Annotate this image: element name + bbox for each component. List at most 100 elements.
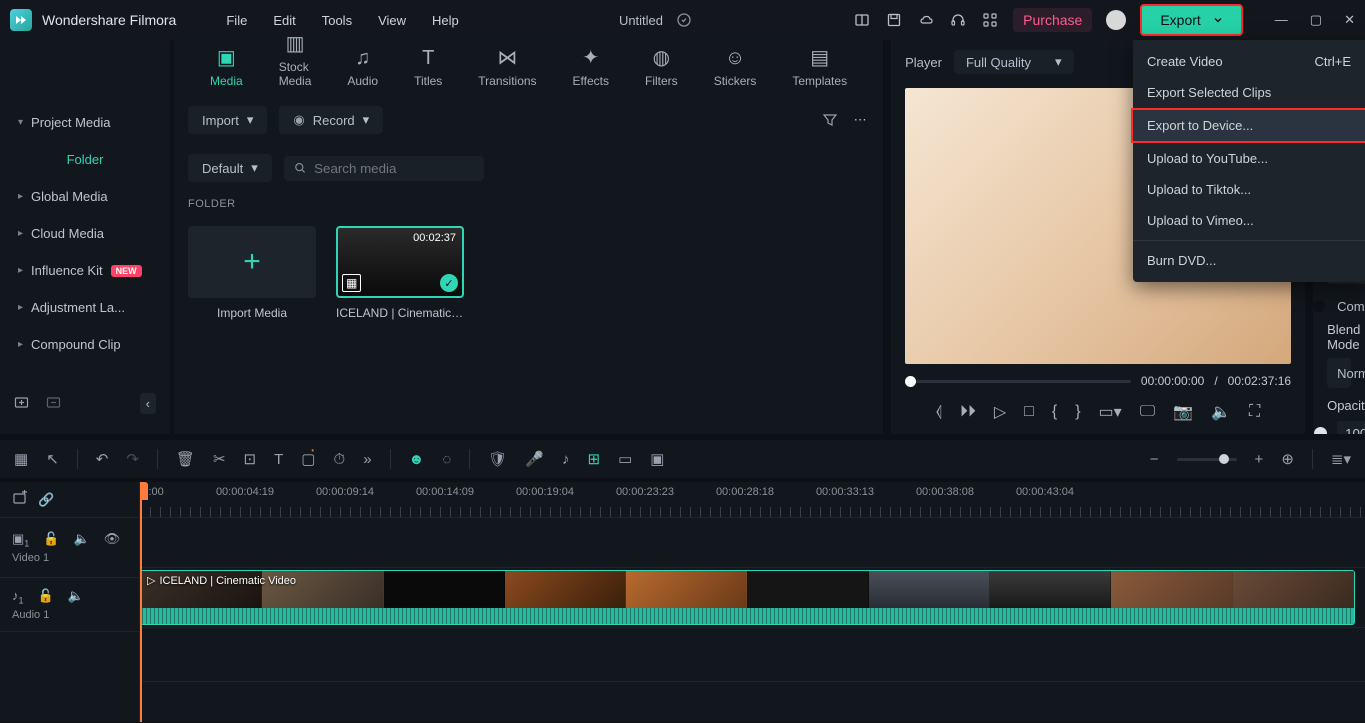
ai-bot-icon[interactable]: ⊞ <box>587 450 600 468</box>
play-reverse-icon[interactable]: ⏵⏵ <box>960 403 976 421</box>
upload-tiktok[interactable]: Upload to Tiktok... <box>1133 174 1365 205</box>
cut-icon[interactable]: ✂ <box>213 450 226 468</box>
track-visible-icon[interactable]: 👁 <box>104 531 121 549</box>
undo-icon[interactable]: ↶ <box>96 450 109 468</box>
sidebar-global-media[interactable]: ▸Global Media <box>0 178 170 215</box>
text-icon[interactable]: T <box>274 451 283 468</box>
track-audio-icon[interactable]: ♪1 <box>12 588 24 606</box>
tab-titles[interactable]: TTitles <box>414 47 442 88</box>
upload-vimeo[interactable]: Upload to Vimeo... <box>1133 205 1365 236</box>
layout-icon[interactable] <box>853 11 871 29</box>
menu-tools[interactable]: Tools <box>322 13 352 28</box>
tab-audio[interactable]: ♫Audio <box>347 47 378 88</box>
mic-icon[interactable]: 🎤 <box>525 450 544 468</box>
sidebar-compound[interactable]: ▸Compound Clip <box>0 326 170 363</box>
add-folder-icon[interactable] <box>14 394 30 413</box>
tab-effects[interactable]: ✦Effects <box>573 45 609 88</box>
search-media-field[interactable] <box>314 161 474 176</box>
speed-icon[interactable]: ⏱ <box>333 451 345 468</box>
ai-smiley-icon[interactable]: ☻ <box>409 451 425 468</box>
audio-track-head[interactable]: ♪1🔓🔈 Audio 1 <box>0 578 139 632</box>
more-tools-icon[interactable]: » <box>363 451 371 468</box>
mark-in-icon[interactable]: { <box>1052 403 1057 421</box>
sidebar-cloud-media[interactable]: ▸Cloud Media <box>0 215 170 252</box>
tab-media[interactable]: ▣Media <box>210 45 243 88</box>
blend-mode-select[interactable]: Normal▾ <box>1327 358 1351 388</box>
sidebar-project-media[interactable]: ▾Project Media <box>0 104 170 141</box>
export-to-device[interactable]: Export to Device... <box>1131 108 1365 143</box>
crop-icon[interactable]: ⊡ <box>244 450 257 468</box>
mark-out-icon[interactable]: } <box>1075 403 1080 421</box>
play-icon[interactable]: ▷ <box>994 402 1006 422</box>
sidebar-influence-kit[interactable]: ▸Influence KitNEW <box>0 252 170 289</box>
zoom-out-icon[interactable]: − <box>1150 451 1159 468</box>
zoom-in-icon[interactable]: + <box>1255 451 1264 468</box>
marker-tool-icon[interactable]: ▭ <box>618 450 632 468</box>
zoom-fit-icon[interactable]: ⊕ <box>1281 450 1294 468</box>
prev-frame-icon[interactable]: ⦉ <box>936 403 942 421</box>
menu-view[interactable]: View <box>378 13 406 28</box>
apps-icon[interactable] <box>981 11 999 29</box>
headphones-icon[interactable] <box>949 11 967 29</box>
export-button[interactable]: Export <box>1140 4 1242 36</box>
delete-icon[interactable]: 🗑 <box>176 450 195 468</box>
audio-track[interactable] <box>140 628 1365 682</box>
opacity-input[interactable] <box>1337 421 1365 434</box>
grid-icon[interactable]: ▦ <box>14 450 28 468</box>
playhead[interactable] <box>140 482 142 722</box>
more-icon[interactable]: ⋯ <box>851 111 869 129</box>
document-title[interactable]: Untitled <box>619 13 663 28</box>
import-media-slot[interactable]: + Import Media <box>188 226 316 320</box>
shield-icon[interactable]: 🛡 <box>488 450 507 468</box>
adjust-icon[interactable]: ▢• <box>301 450 315 468</box>
menu-edit[interactable]: Edit <box>273 13 295 28</box>
upload-youtube[interactable]: Upload to YouTube... <box>1133 143 1365 174</box>
track-rec-icon[interactable]: ▣1 <box>12 531 29 549</box>
search-media-input[interactable] <box>284 156 484 181</box>
track-mute-icon[interactable]: 🔈 <box>68 588 84 606</box>
collapse-sidebar-icon[interactable]: ‹ <box>140 393 156 414</box>
media-clip-iceland[interactable]: 00:02:37 ▦ ✓ ICELAND | Cinematic ... <box>336 226 464 320</box>
record-screen-icon[interactable]: ▣ <box>650 450 664 468</box>
quality-select[interactable]: Full Quality▾ <box>954 50 1074 74</box>
tab-transitions[interactable]: ⋈Transitions <box>478 45 536 88</box>
target-icon[interactable]: ◌ <box>442 451 451 468</box>
volume-icon[interactable]: 🔈 <box>1211 402 1231 422</box>
timeline-ruler[interactable]: 00:00 00:00:04:19 00:00:09:14 00:00:14:0… <box>140 482 1365 518</box>
record-button[interactable]: ◉Record▾ <box>279 106 383 134</box>
track-mute-icon[interactable]: 🔈 <box>74 531 90 549</box>
scrub-slider[interactable] <box>905 380 1131 383</box>
sidebar-adjustment[interactable]: ▸Adjustment La... <box>0 289 170 326</box>
monitor-icon[interactable]: 🖵 <box>1140 403 1155 421</box>
timeline-view-icon[interactable]: ≣▾ <box>1331 450 1351 468</box>
tab-filters[interactable]: ◍Filters <box>645 45 678 88</box>
tab-stickers[interactable]: ☺Stickers <box>714 47 757 88</box>
ratio-icon[interactable]: ▭▾ <box>1099 402 1122 422</box>
close-icon[interactable]: ✕ <box>1344 12 1355 28</box>
add-track-icon[interactable] <box>12 490 28 509</box>
tab-templates[interactable]: ▤Templates <box>792 45 847 88</box>
user-avatar-icon[interactable] <box>1106 10 1126 30</box>
track-lock-icon[interactable]: 🔓 <box>43 531 59 549</box>
fullscreen-icon[interactable]: ⛶ <box>1249 403 1260 421</box>
track-lock-icon[interactable]: 🔓 <box>38 588 54 606</box>
cloud-icon[interactable] <box>917 11 935 29</box>
purchase-button[interactable]: Purchase <box>1013 8 1092 32</box>
stop-icon[interactable]: □ <box>1024 403 1034 421</box>
filter-icon[interactable] <box>821 111 839 129</box>
link-icon[interactable]: 🔗 <box>38 492 54 508</box>
zoom-slider[interactable] <box>1177 458 1237 461</box>
minimize-icon[interactable]: — <box>1275 12 1288 28</box>
cloud-sync-icon[interactable] <box>675 11 693 29</box>
menu-help[interactable]: Help <box>432 13 459 28</box>
redo-icon[interactable]: ↷ <box>126 450 139 468</box>
menu-file[interactable]: File <box>226 13 247 28</box>
timeline-clip[interactable]: ▷ICELAND | Cinematic Video <box>140 570 1355 625</box>
export-create-video[interactable]: Create Video Ctrl+E <box>1133 46 1365 77</box>
sort-default-button[interactable]: Default▾ <box>188 154 272 182</box>
export-selected-clips[interactable]: Export Selected Clips <box>1133 77 1365 108</box>
save-icon[interactable] <box>885 11 903 29</box>
import-button[interactable]: Import▾ <box>188 106 267 134</box>
maximize-icon[interactable]: ▢ <box>1310 12 1322 28</box>
sidebar-folder[interactable]: Folder <box>0 141 170 178</box>
